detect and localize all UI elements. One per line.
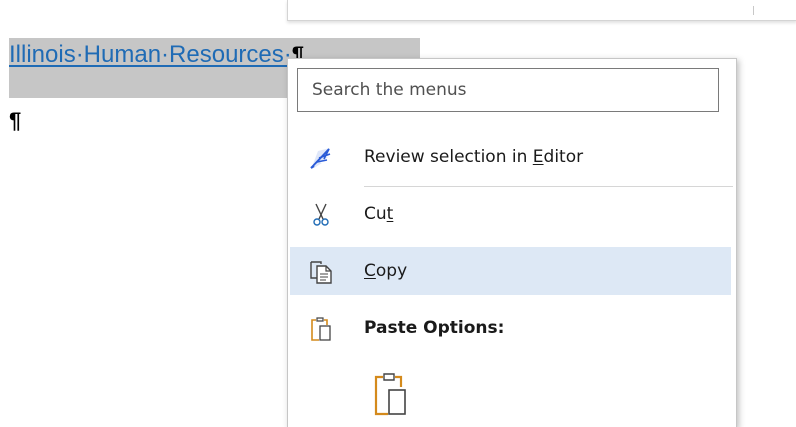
menu-item-paste-options: Paste Options: — [290, 304, 731, 352]
ribbon-panel-edge — [287, 0, 796, 21]
menu-item-label: Review selection in Editor — [364, 147, 584, 167]
menu-item-copy[interactable]: Copy — [290, 247, 731, 295]
menu-item-label: Cut — [364, 204, 394, 224]
menu-search-input[interactable] — [298, 69, 718, 111]
paste-keep-source-formatting-button[interactable] — [370, 370, 410, 420]
context-menu: Review selection in Editor Cut — [287, 58, 737, 427]
empty-paragraph-mark: ¶ — [9, 108, 22, 133]
paste-options-heading: Paste Options: — [364, 318, 505, 338]
menu-item-label: Copy — [364, 261, 408, 281]
menu-search-box[interactable] — [297, 68, 719, 112]
scissors-icon — [306, 200, 336, 230]
panel-divider — [753, 6, 754, 15]
copy-icon — [306, 257, 336, 287]
heading-paragraph[interactable]: Illinois·Human·Resources· ¶ — [9, 38, 304, 72]
menu-item-cut[interactable]: Cut — [290, 190, 731, 238]
clipboard-icon — [306, 314, 336, 344]
menu-separator — [364, 186, 733, 187]
heading-hyperlink[interactable]: Illinois·Human·Resources· — [9, 41, 292, 69]
menu-item-review-in-editor[interactable]: Review selection in Editor — [290, 133, 731, 181]
document-canvas: Illinois·Human·Resources·¶ ¶ Review sele… — [0, 0, 796, 427]
clipboard-keep-formatting-icon — [374, 373, 406, 416]
editor-pen-icon — [306, 143, 336, 173]
